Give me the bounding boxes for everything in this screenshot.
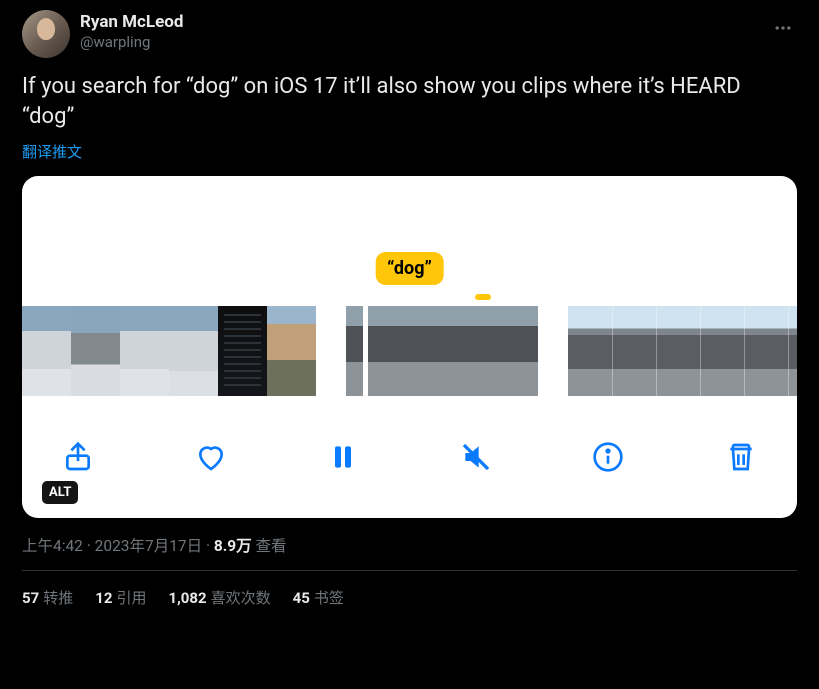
- user-box: Ryan McLeod @warpling: [80, 10, 183, 52]
- timeline-frame: [474, 306, 538, 396]
- translate-link[interactable]: 翻译推文: [22, 141, 82, 162]
- likes-stat[interactable]: 1,082喜欢次数: [168, 587, 270, 608]
- timeline-frame: [656, 306, 700, 396]
- timeline-frame: [788, 306, 797, 396]
- avatar[interactable]: [22, 10, 70, 58]
- timeline-frame: [410, 306, 474, 396]
- quotes-stat[interactable]: 12引用: [95, 587, 146, 608]
- info-button[interactable]: [590, 439, 626, 475]
- display-name[interactable]: Ryan McLeod: [80, 12, 183, 33]
- media-toolbar: [22, 414, 797, 518]
- retweets-stat[interactable]: 57转推: [22, 587, 73, 608]
- pause-button[interactable]: [325, 439, 361, 475]
- timeline-frame: [218, 306, 267, 396]
- clip-group[interactable]: [346, 306, 538, 396]
- divider: [22, 570, 797, 571]
- tweet-text: If you search for “dog” on iOS 17 it’ll …: [22, 72, 797, 131]
- trash-icon: [725, 441, 757, 473]
- timeline-frame: [612, 306, 656, 396]
- timeline-frame: [267, 306, 316, 396]
- timeline-frame: [700, 306, 744, 396]
- timeline-frame: [22, 306, 71, 396]
- timeline-frame: [568, 306, 612, 396]
- bookmarks-stat[interactable]: 45书签: [293, 587, 344, 608]
- timeline-frame: [346, 306, 410, 396]
- tweet-stats: 57转推 12引用 1,082喜欢次数 45书签: [22, 587, 797, 608]
- tweet-header: Ryan McLeod @warpling: [22, 10, 797, 58]
- search-term-chip: “dog”: [375, 252, 444, 285]
- views-label: 查看: [252, 537, 287, 555]
- timeline-frame: [744, 306, 788, 396]
- info-icon: [592, 441, 624, 473]
- tweet-time[interactable]: 上午4:42: [22, 537, 83, 555]
- mute-icon: [460, 441, 492, 473]
- marker-tick: [475, 294, 491, 300]
- views-count: 8.9万: [214, 537, 252, 555]
- heart-icon: [195, 441, 227, 473]
- alt-badge[interactable]: ALT: [42, 481, 78, 504]
- tweet-container: Ryan McLeod @warpling If you search for …: [22, 10, 797, 608]
- pause-icon: [327, 441, 359, 473]
- timeline-frame: [71, 306, 120, 396]
- clip-group[interactable]: [22, 306, 316, 396]
- user-handle[interactable]: @warpling: [80, 33, 183, 52]
- share-icon: [62, 441, 94, 473]
- more-icon: [773, 18, 793, 38]
- more-button[interactable]: [769, 14, 797, 46]
- like-button[interactable]: [193, 439, 229, 475]
- timeline-frame: [120, 306, 169, 396]
- share-button[interactable]: [60, 439, 96, 475]
- timeline-frame: [169, 306, 218, 396]
- media-attachment[interactable]: “dog”: [22, 176, 797, 518]
- clip-group[interactable]: [568, 306, 797, 396]
- video-timeline[interactable]: [22, 306, 797, 396]
- tweet-meta: 上午4:42 · 2023年7月17日 · 8.9万 查看: [22, 534, 797, 556]
- mute-button[interactable]: [458, 439, 494, 475]
- tweet-date[interactable]: 2023年7月17日: [95, 537, 202, 555]
- delete-button[interactable]: [723, 439, 759, 475]
- playhead[interactable]: [363, 302, 368, 400]
